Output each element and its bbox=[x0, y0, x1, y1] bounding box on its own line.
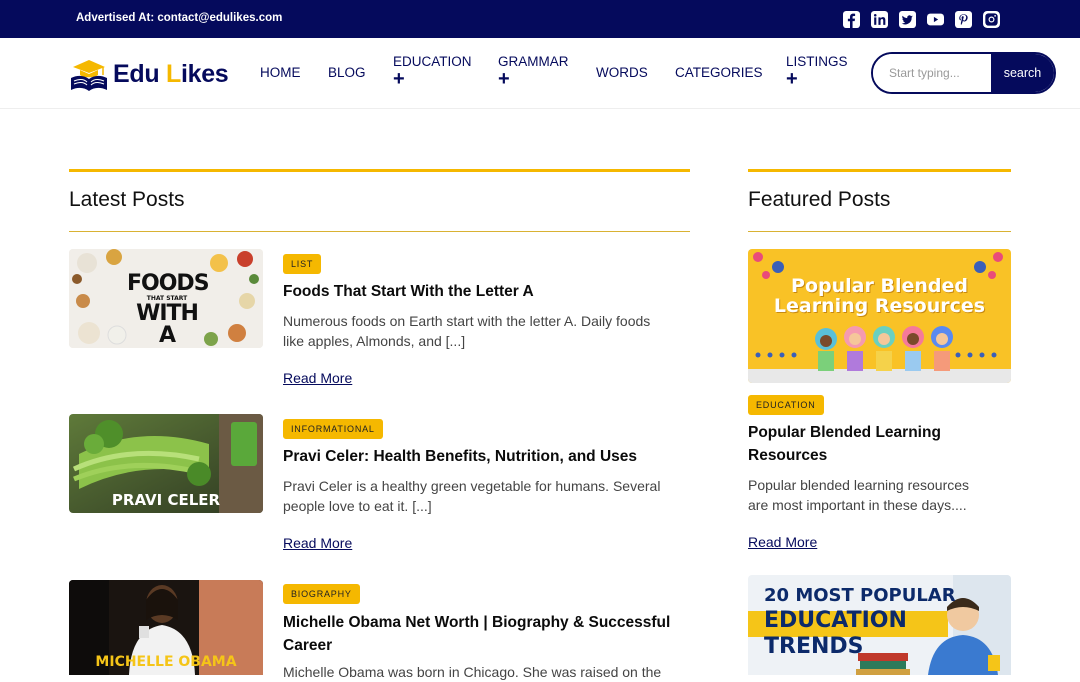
post-excerpt: Numerous foods on Earth start with the l… bbox=[283, 313, 651, 349]
nav-words[interactable]: WORDS bbox=[596, 65, 648, 80]
expand-plus-icon: + bbox=[786, 68, 798, 90]
category-badge[interactable]: LIST bbox=[283, 254, 322, 274]
twitter-icon[interactable] bbox=[898, 10, 916, 28]
nav-home[interactable]: HOME bbox=[260, 65, 301, 80]
advert-contact: Advertised At: contact@edulikes.com bbox=[76, 12, 283, 24]
nav-education[interactable]: EDUCATION + bbox=[393, 54, 472, 90]
category-badge[interactable]: INFORMATIONAL bbox=[283, 419, 383, 439]
latest-posts-title: Latest Posts bbox=[69, 188, 185, 211]
post-thumbnail[interactable]: PRAVI CELER bbox=[69, 414, 263, 513]
thumb-text: 20 MOST POPULAR bbox=[764, 585, 956, 606]
site-logo[interactable]: Edu Likes bbox=[69, 53, 229, 95]
social-links bbox=[842, 10, 1000, 28]
expand-plus-icon: + bbox=[498, 68, 510, 90]
top-bar: Advertised At: contact@edulikes.com bbox=[0, 0, 1080, 38]
thumb-text: Popular Blended bbox=[791, 275, 968, 297]
thumb-text: PRAVI CELER bbox=[111, 491, 221, 509]
read-more-link[interactable]: Read More bbox=[283, 535, 352, 551]
instagram-icon[interactable] bbox=[982, 10, 1000, 28]
section-divider bbox=[748, 231, 1011, 232]
thumb-text: WITH A bbox=[136, 301, 199, 348]
site-header: Edu Likes HOME BLOG EDUCATION + GRAMMAR + … bbox=[0, 38, 1080, 109]
thumb-text: EDUCATION bbox=[764, 608, 907, 633]
youtube-icon[interactable] bbox=[926, 10, 944, 28]
post-title[interactable]: Foods That Start With the Letter A bbox=[283, 280, 534, 303]
site-name: Edu Likes bbox=[113, 59, 229, 88]
linkedin-icon[interactable] bbox=[870, 10, 888, 28]
section-rule bbox=[69, 169, 690, 172]
thumb-text: TRENDS bbox=[764, 634, 864, 659]
featured-posts-title: Featured Posts bbox=[748, 188, 891, 211]
thumb-text: Learning Resources bbox=[773, 295, 986, 317]
read-more-link[interactable]: Read More bbox=[283, 370, 352, 386]
thumb-text: MICHELLE OBAMA bbox=[95, 654, 237, 670]
post-thumbnail[interactable]: FOODS THAT START WITH A bbox=[69, 249, 263, 348]
section-rule bbox=[748, 169, 1011, 172]
post-thumbnail[interactable]: Popular Blended Learning Resources bbox=[748, 249, 1011, 383]
search-button[interactable]: search bbox=[991, 54, 1054, 92]
post-title[interactable]: Michelle Obama Net Worth | Biography & S… bbox=[283, 611, 670, 657]
nav-blog[interactable]: BLOG bbox=[328, 65, 366, 80]
category-badge[interactable]: EDUCATION bbox=[748, 395, 824, 415]
search-input[interactable] bbox=[873, 54, 991, 92]
nav-grammar[interactable]: GRAMMAR + bbox=[498, 54, 569, 90]
section-divider bbox=[69, 231, 690, 232]
post-excerpt: Pravi Celer is a healthy green vegetable… bbox=[283, 478, 661, 514]
post-excerpt: Popular blended learning resources are mo… bbox=[748, 477, 970, 513]
read-more-link[interactable]: Read More bbox=[748, 534, 817, 550]
pinterest-icon[interactable] bbox=[954, 10, 972, 28]
post-thumbnail[interactable]: MICHELLE OBAMA bbox=[69, 580, 263, 675]
thumb-text: FOODS bbox=[127, 271, 210, 296]
expand-plus-icon: + bbox=[393, 68, 405, 90]
graduation-book-icon bbox=[71, 60, 107, 91]
post-excerpt: Michelle Obama was born in Chicago. She … bbox=[283, 664, 662, 680]
facebook-icon[interactable] bbox=[842, 10, 860, 28]
post-thumbnail[interactable]: 20 MOST POPULAR EDUCATION TRENDS bbox=[748, 575, 1011, 675]
post-title[interactable]: Popular Blended Learning Resources bbox=[748, 421, 941, 467]
nav-listings[interactable]: LISTINGS + bbox=[786, 54, 848, 90]
search-form: search bbox=[871, 52, 1056, 94]
post-title[interactable]: Pravi Celer: Health Benefits, Nutrition,… bbox=[283, 445, 637, 468]
nav-categories[interactable]: CATEGORIES bbox=[675, 65, 763, 80]
category-badge[interactable]: BIOGRAPHY bbox=[283, 584, 360, 604]
